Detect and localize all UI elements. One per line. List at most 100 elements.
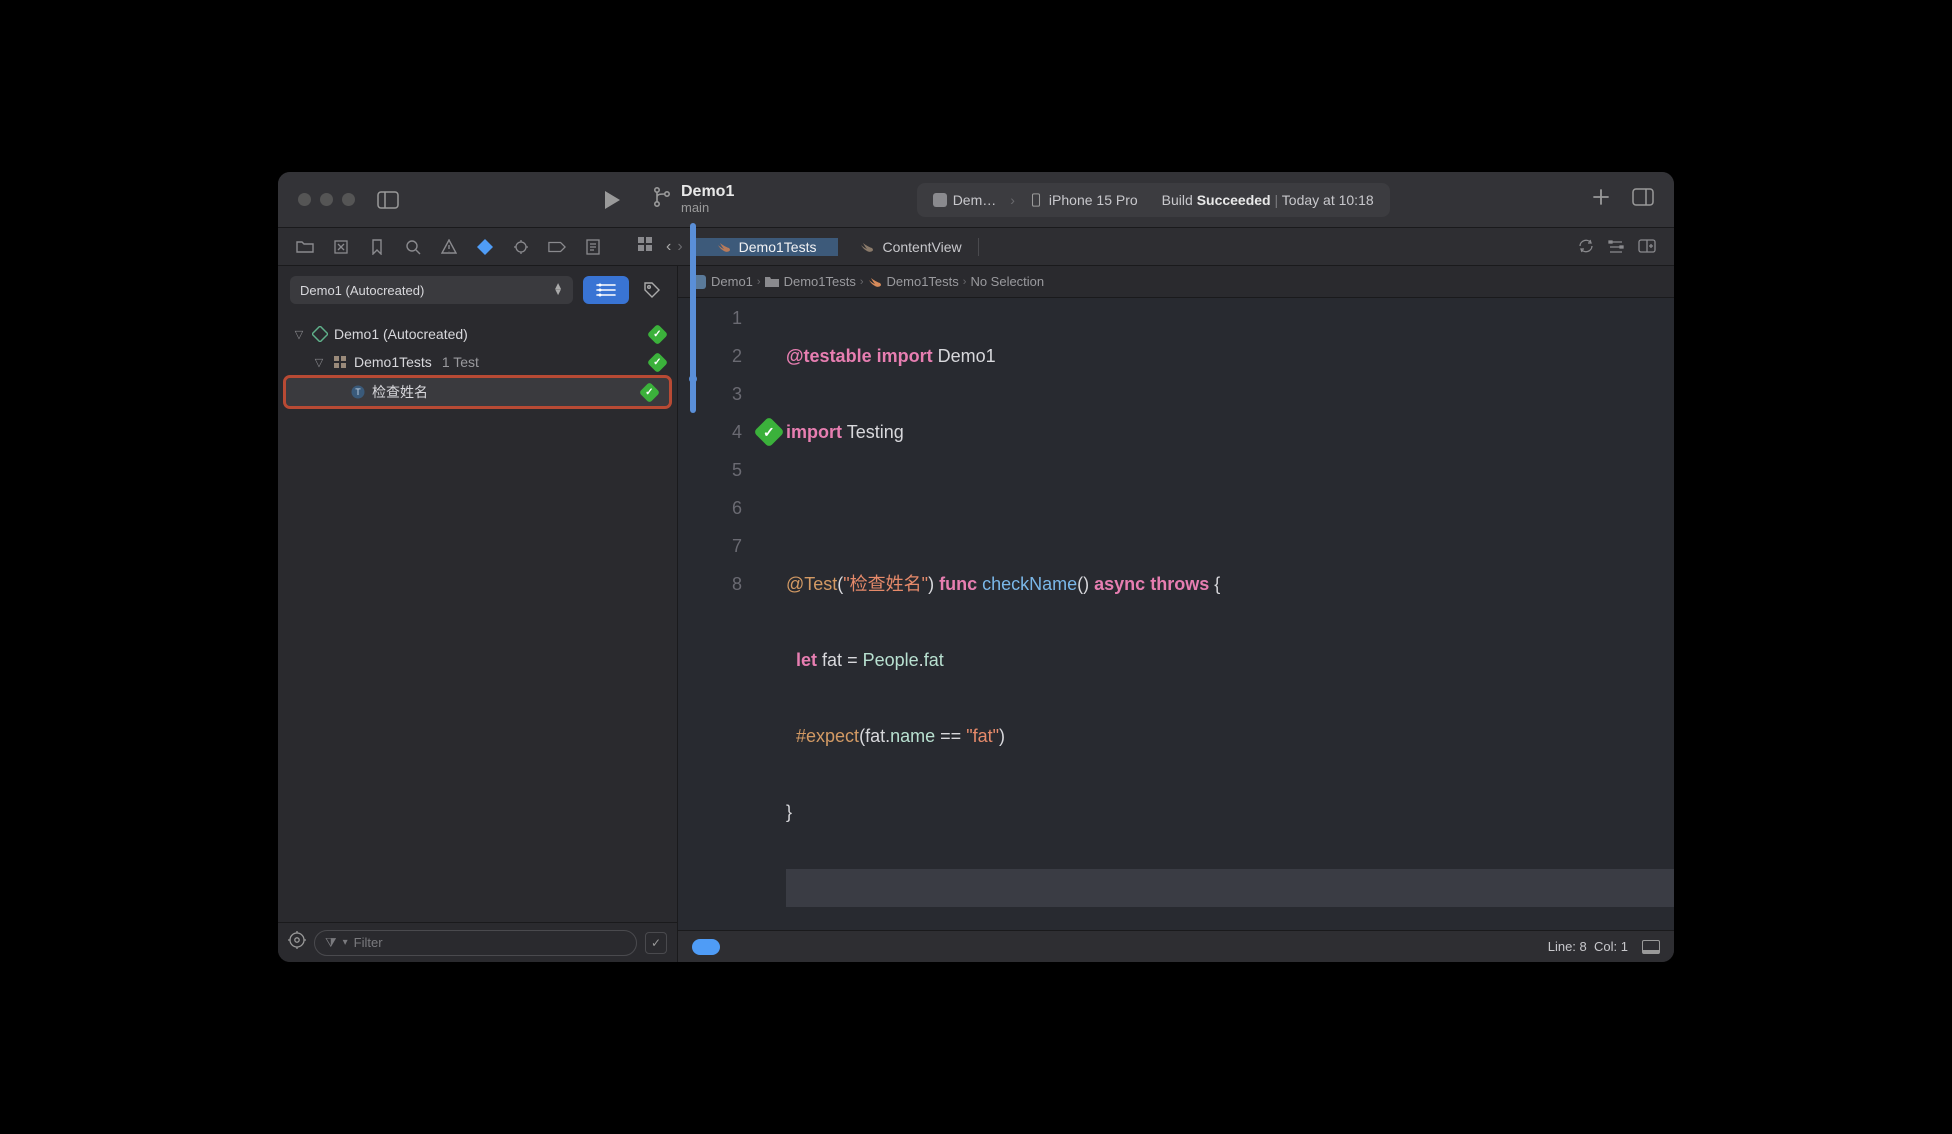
pass-badge-icon [647, 351, 668, 372]
scheme-name: Dem… [953, 192, 997, 208]
tab-demo1tests[interactable]: Demo1Tests [695, 238, 839, 256]
test-pass-icon[interactable] [753, 416, 784, 447]
build-status: Build Succeeded | Today at 10:18 [1162, 192, 1374, 208]
minimap-toggle[interactable] [692, 939, 720, 955]
branch-name: main [681, 201, 734, 215]
stepper-icon: ▲▼ [553, 284, 563, 297]
code-content[interactable]: @testable import Demo1 import Testing @T… [786, 298, 1674, 930]
filter-field[interactable]: ⧩ ▾ Filter [314, 930, 637, 956]
report-nav-icon[interactable] [584, 238, 602, 256]
test-suite-name: Demo1Tests [354, 354, 432, 370]
filter-funnel-icon: ⧩ [325, 935, 337, 951]
sidebar-toggle-icon[interactable] [377, 189, 399, 211]
tab-contentview[interactable]: ContentView [838, 238, 1000, 256]
test-count: 1 Test [442, 354, 479, 370]
swift-icon [868, 275, 882, 289]
branch-text: Demo1 main [681, 184, 734, 214]
crumb-folder[interactable]: Demo1Tests [765, 274, 856, 289]
editor-tab-bar: ‹ › Demo1Tests ContentView [620, 237, 1674, 256]
test-gutter [752, 298, 786, 930]
test-suite-row[interactable]: ▽ Demo1Tests 1 Test [278, 348, 677, 376]
test-plan-icon [312, 326, 328, 342]
back-icon[interactable]: ‹ [666, 238, 671, 256]
test-plan-row[interactable]: ▽ Demo1 (Autocreated) [278, 320, 677, 348]
adjust-editor-icon[interactable] [1608, 239, 1624, 255]
test-plan-name: Demo1 (Autocreated) [334, 326, 468, 342]
swift-icon [860, 240, 874, 254]
navigator-icons [278, 238, 620, 256]
crumb-project[interactable]: Demo1 [692, 274, 753, 289]
folder-icon [765, 275, 779, 289]
scheme-segment[interactable]: Dem… [933, 192, 997, 208]
chevron-icon: › [757, 276, 761, 288]
editor-tabs: Demo1Tests ContentView [695, 238, 1001, 256]
device-segment[interactable]: iPhone 15 Pro [1029, 192, 1138, 208]
bookmark-nav-icon[interactable] [368, 238, 386, 256]
find-nav-icon[interactable] [404, 238, 422, 256]
only-failed-toggle[interactable]: ✓ [645, 932, 667, 954]
zoom-dot[interactable] [342, 193, 355, 206]
issue-nav-icon[interactable] [440, 238, 458, 256]
window-controls [278, 193, 355, 206]
swift-icon [717, 240, 731, 254]
crumb-symbol: No Selection [970, 274, 1044, 289]
test-tree: ▽ Demo1 (Autocreated) ▽ Demo1Tests 1 Tes… [278, 314, 677, 922]
scheme-branch-block[interactable]: Demo1 main [653, 184, 734, 214]
activity-well[interactable]: Dem… › iPhone 15 Pro Build Succeeded | T… [917, 183, 1390, 217]
minimize-dot[interactable] [320, 193, 333, 206]
branch-icon [653, 186, 671, 213]
disclosure-icon[interactable]: ▽ [292, 328, 306, 341]
editor-pane: Demo1 › Demo1Tests › Demo1Tests › No Sel… [678, 266, 1674, 962]
gear-icon[interactable] [288, 931, 306, 954]
navigator-filter-row: Demo1 (Autocreated) ▲▼ [278, 266, 677, 314]
svg-text:T: T [355, 387, 361, 397]
device-name: iPhone 15 Pro [1049, 192, 1138, 208]
library-panel-icon[interactable] [1632, 188, 1654, 211]
close-dot[interactable] [298, 193, 311, 206]
pass-badge-icon [639, 381, 660, 402]
code-editor[interactable]: 1 2 3 4 5 6 7 8 @testable import Demo1 i… [678, 298, 1674, 930]
add-button[interactable] [1592, 188, 1610, 211]
test-case-row[interactable]: T 检查姓名 [286, 378, 669, 406]
phone-icon [1029, 193, 1043, 207]
tab-label: ContentView [882, 239, 961, 255]
tag-icon[interactable] [639, 281, 665, 299]
chevron-icon: › [860, 276, 864, 288]
app-icon [933, 193, 947, 207]
chevron-icon: › [963, 276, 967, 288]
pass-badge-icon [647, 323, 668, 344]
debug-area-toggle-icon[interactable] [1642, 940, 1660, 954]
jump-bar[interactable]: Demo1 › Demo1Tests › Demo1Tests › No Sel… [678, 266, 1674, 298]
refresh-icon[interactable] [1578, 239, 1594, 255]
navigator-footer: ⧩ ▾ Filter ✓ [278, 922, 677, 962]
disclosure-icon[interactable]: ▽ [312, 356, 326, 369]
change-gutter [678, 298, 708, 930]
debug-nav-icon[interactable] [512, 238, 530, 256]
editor-options [1578, 239, 1674, 255]
test-suite-icon [332, 354, 348, 370]
test-case-icon: T [350, 384, 366, 400]
folder-nav-icon[interactable] [296, 238, 314, 256]
breakpoint-nav-icon[interactable] [548, 238, 566, 256]
run-button[interactable] [601, 189, 623, 211]
toolbar-right [1572, 188, 1674, 211]
navigator-bar: ‹ › Demo1Tests ContentView [278, 228, 1674, 266]
add-editor-icon[interactable] [1638, 239, 1656, 255]
titlebar: Demo1 main Dem… › iPhone 15 Pro Build Su… [278, 172, 1674, 228]
tab-divider [978, 238, 979, 256]
scheme-chevron-icon: › [1010, 192, 1015, 208]
breakpoint-dot-icon[interactable] [689, 375, 697, 383]
line-numbers: 1 2 3 4 5 6 7 8 [708, 298, 752, 930]
xcode-window: Demo1 main Dem… › iPhone 15 Pro Build Su… [278, 172, 1674, 962]
forward-icon[interactable]: › [677, 238, 682, 256]
related-items-icon[interactable] [638, 237, 652, 256]
test-plan-picker[interactable]: Demo1 (Autocreated) ▲▼ [290, 276, 573, 304]
source-control-nav-icon[interactable] [332, 238, 350, 256]
chevron-down-icon: ▾ [343, 937, 348, 948]
nav-history: ‹ › [666, 238, 683, 256]
main-split: Demo1 (Autocreated) ▲▼ ▽ Demo1 (Autocrea… [278, 266, 1674, 962]
toolbar-left [355, 189, 623, 211]
filter-list-button[interactable] [583, 276, 629, 304]
test-nav-icon[interactable] [476, 238, 494, 256]
crumb-file[interactable]: Demo1Tests [868, 274, 959, 289]
